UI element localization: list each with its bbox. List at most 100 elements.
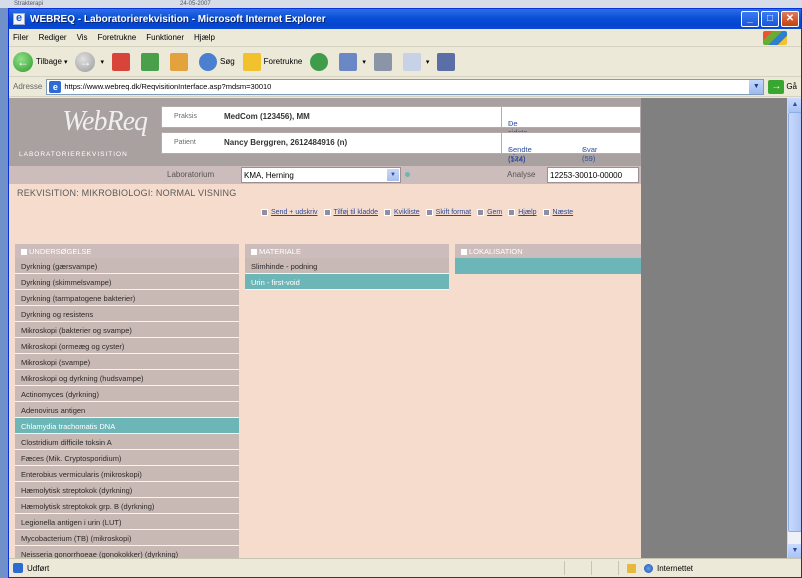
scroll-thumb[interactable] — [788, 112, 801, 532]
messenger-button[interactable] — [437, 52, 458, 71]
back-arrow-icon: ← — [13, 51, 33, 72]
go-label: Gå — [786, 82, 797, 91]
go-button[interactable]: → Gå — [768, 79, 797, 94]
address-bar: Adresse e https://www.webreq.dk/Reqvisit… — [9, 77, 801, 97]
forward-arrow-icon: → — [75, 51, 96, 72]
forward-button[interactable]: → ▾ — [75, 51, 104, 72]
menu-tools[interactable]: Funktioner — [146, 33, 184, 42]
lock-icon — [627, 563, 636, 573]
stop-button[interactable] — [111, 52, 133, 71]
undersogelse-item[interactable]: Dyrkning (tarmpatogene bakterier) — [15, 290, 239, 306]
search-icon — [198, 52, 217, 71]
mail-button[interactable]: ▾ — [339, 52, 366, 71]
undersogelse-item[interactable]: Dyrkning (gærsvampe) — [15, 258, 239, 274]
print-button[interactable] — [373, 52, 395, 71]
print-icon — [373, 52, 392, 71]
scroll-up-icon[interactable]: ▲ — [788, 98, 801, 112]
go-arrow-icon: → — [768, 79, 785, 94]
page-icon: e — [49, 80, 62, 93]
scroll-down-icon[interactable]: ▼ — [788, 544, 801, 558]
edit-dropdown-icon[interactable]: ▾ — [426, 58, 430, 66]
menu-edit[interactable]: Rediger — [39, 33, 67, 42]
title-bar: WEBREQ - Laboratorierekvisition - Micros… — [9, 9, 801, 29]
materiale-item[interactable]: Urin - first-void — [245, 274, 449, 290]
security-zone[interactable]: Internettet — [621, 563, 801, 573]
status-separator — [564, 561, 565, 575]
analysis-value: 12253-30010-00000 — [550, 171, 623, 180]
undersogelse-item[interactable]: Enterobius vermicularis (mikroskopi) — [15, 466, 239, 482]
lokalisation-selected-row[interactable] — [455, 258, 641, 274]
minimize-button[interactable]: _ — [741, 11, 759, 27]
address-input[interactable]: e https://www.webreq.dk/ReqvisitionInter… — [46, 78, 765, 95]
vertical-scrollbar[interactable]: ▲ ▼ — [787, 98, 801, 558]
undersogelse-item[interactable]: Hæmolytisk streptokok (dyrkning) — [15, 482, 239, 498]
undersogelse-item[interactable]: Mikroskopi (ormeæg og cyster) — [15, 338, 239, 354]
status-text: Udført — [27, 563, 50, 573]
praksis-label: Praksis — [174, 113, 197, 120]
favorites-button[interactable]: Foretrukne — [242, 52, 302, 71]
next-link[interactable]: Næste — [542, 209, 573, 216]
edit-button[interactable]: ▾ — [402, 52, 430, 71]
undersogelse-header[interactable]: UNDERSØGELSE — [15, 244, 239, 258]
materiale-list: Slimhinde - podning Urin - first-void — [245, 258, 449, 290]
collapse-icon — [461, 249, 467, 256]
undersogelse-item[interactable]: Hæmolytisk streptokok grp. B (dyrkning) — [15, 498, 239, 514]
undersogelse-item[interactable]: Fæces (Mik. Cryptosporidium) — [15, 450, 239, 466]
search-button[interactable]: Søg — [198, 52, 235, 71]
link-icon — [425, 209, 433, 216]
menu-help[interactable]: Hjælp — [194, 33, 215, 42]
menu-file[interactable]: Filer — [13, 33, 29, 42]
undersogelse-column: UNDERSØGELSE Dyrkning (gærsvampe) Dyrknin… — [15, 244, 239, 558]
undersogelse-item[interactable]: Mikroskopi og dyrkning (hudsvampe) — [15, 370, 239, 386]
analysis-field[interactable]: 12253-30010-00000 — [547, 167, 639, 183]
address-url: https://www.webreq.dk/ReqvisitionInterfa… — [64, 82, 272, 91]
sent-label: Sendte (524) — [508, 145, 532, 163]
maximize-button[interactable]: □ — [761, 11, 779, 27]
collapse-icon — [21, 249, 27, 256]
collapse-icon — [251, 249, 257, 256]
lokalisation-header[interactable]: LOKALISATION — [455, 244, 641, 258]
laboratory-dropdown-icon[interactable]: ▼ — [387, 169, 399, 181]
undersogelse-item[interactable]: Mycobacterium (TB) (mikroskopi) — [15, 530, 239, 546]
menu-view[interactable]: Vis — [77, 33, 88, 42]
background-fragment-date: 24-05-2007 — [180, 1, 211, 7]
undersogelse-item[interactable]: Mikroskopi (svampe) — [15, 354, 239, 370]
status-bar: Udført Internettet — [9, 558, 801, 577]
status-done: Udført — [9, 563, 562, 573]
help-link[interactable]: Hjælp — [508, 209, 537, 216]
address-dropdown-icon[interactable]: ▼ — [749, 79, 764, 94]
undersogelse-item[interactable]: Clostridium difficile toksin A — [15, 434, 239, 450]
materiale-item[interactable]: Slimhinde - podning — [245, 258, 449, 274]
materiale-header[interactable]: MATERIALE — [245, 244, 449, 258]
undersogelse-item[interactable]: Chlamydia trachomatis DNA — [15, 418, 239, 434]
patient-value: Nancy Berggren, 2612484916 (n) — [224, 138, 348, 147]
materiale-column: MATERIALE Slimhinde - podning Urin - firs… — [245, 244, 449, 290]
laboratory-select[interactable]: KMA, Herning ▼ — [241, 167, 401, 183]
undersogelse-item[interactable]: Neisseria gonorrhoeae (gonokokker) (dyrk… — [15, 546, 239, 558]
help-label: Hjælp — [518, 209, 537, 216]
save-link[interactable]: Gem — [477, 209, 502, 216]
undersogelse-item[interactable]: Dyrkning og resistens — [15, 306, 239, 322]
refresh-button[interactable] — [140, 52, 162, 71]
change-format-link[interactable]: Skift format — [425, 209, 471, 216]
undersogelse-item[interactable]: Legionella antigen i urin (LUT) — [15, 514, 239, 530]
undersogelse-item[interactable]: Mikroskopi (bakterier og svampe) — [15, 322, 239, 338]
send-print-link[interactable]: Send + udskriv — [261, 209, 318, 216]
history-button[interactable] — [310, 52, 331, 71]
menu-favorites[interactable]: Foretrukne — [98, 33, 137, 42]
undersogelse-item[interactable]: Actinomyces (dyrkning) — [15, 386, 239, 402]
forward-dropdown-icon[interactable]: ▾ — [100, 58, 104, 66]
mail-dropdown-icon[interactable]: ▾ — [362, 58, 366, 66]
undersogelse-item[interactable]: Dyrkning (skimmelsvampe) — [15, 274, 239, 290]
close-button[interactable]: ✕ — [781, 11, 799, 27]
add-to-draft-link[interactable]: Tilføj til kladde — [323, 209, 378, 216]
back-button[interactable]: ← Tilbage ▾ — [13, 51, 68, 72]
undersogelse-list: Dyrkning (gærsvampe) Dyrkning (skimmelsva… — [15, 258, 239, 558]
quicklist-link[interactable]: Kvikliste — [383, 209, 420, 216]
search-label: Søg — [219, 57, 235, 66]
windows-logo-icon — [763, 31, 787, 45]
home-button[interactable] — [169, 52, 191, 71]
link-icon — [542, 209, 550, 216]
back-dropdown-icon[interactable]: ▾ — [64, 58, 68, 66]
undersogelse-item[interactable]: Adenovirus antigen — [15, 402, 239, 418]
